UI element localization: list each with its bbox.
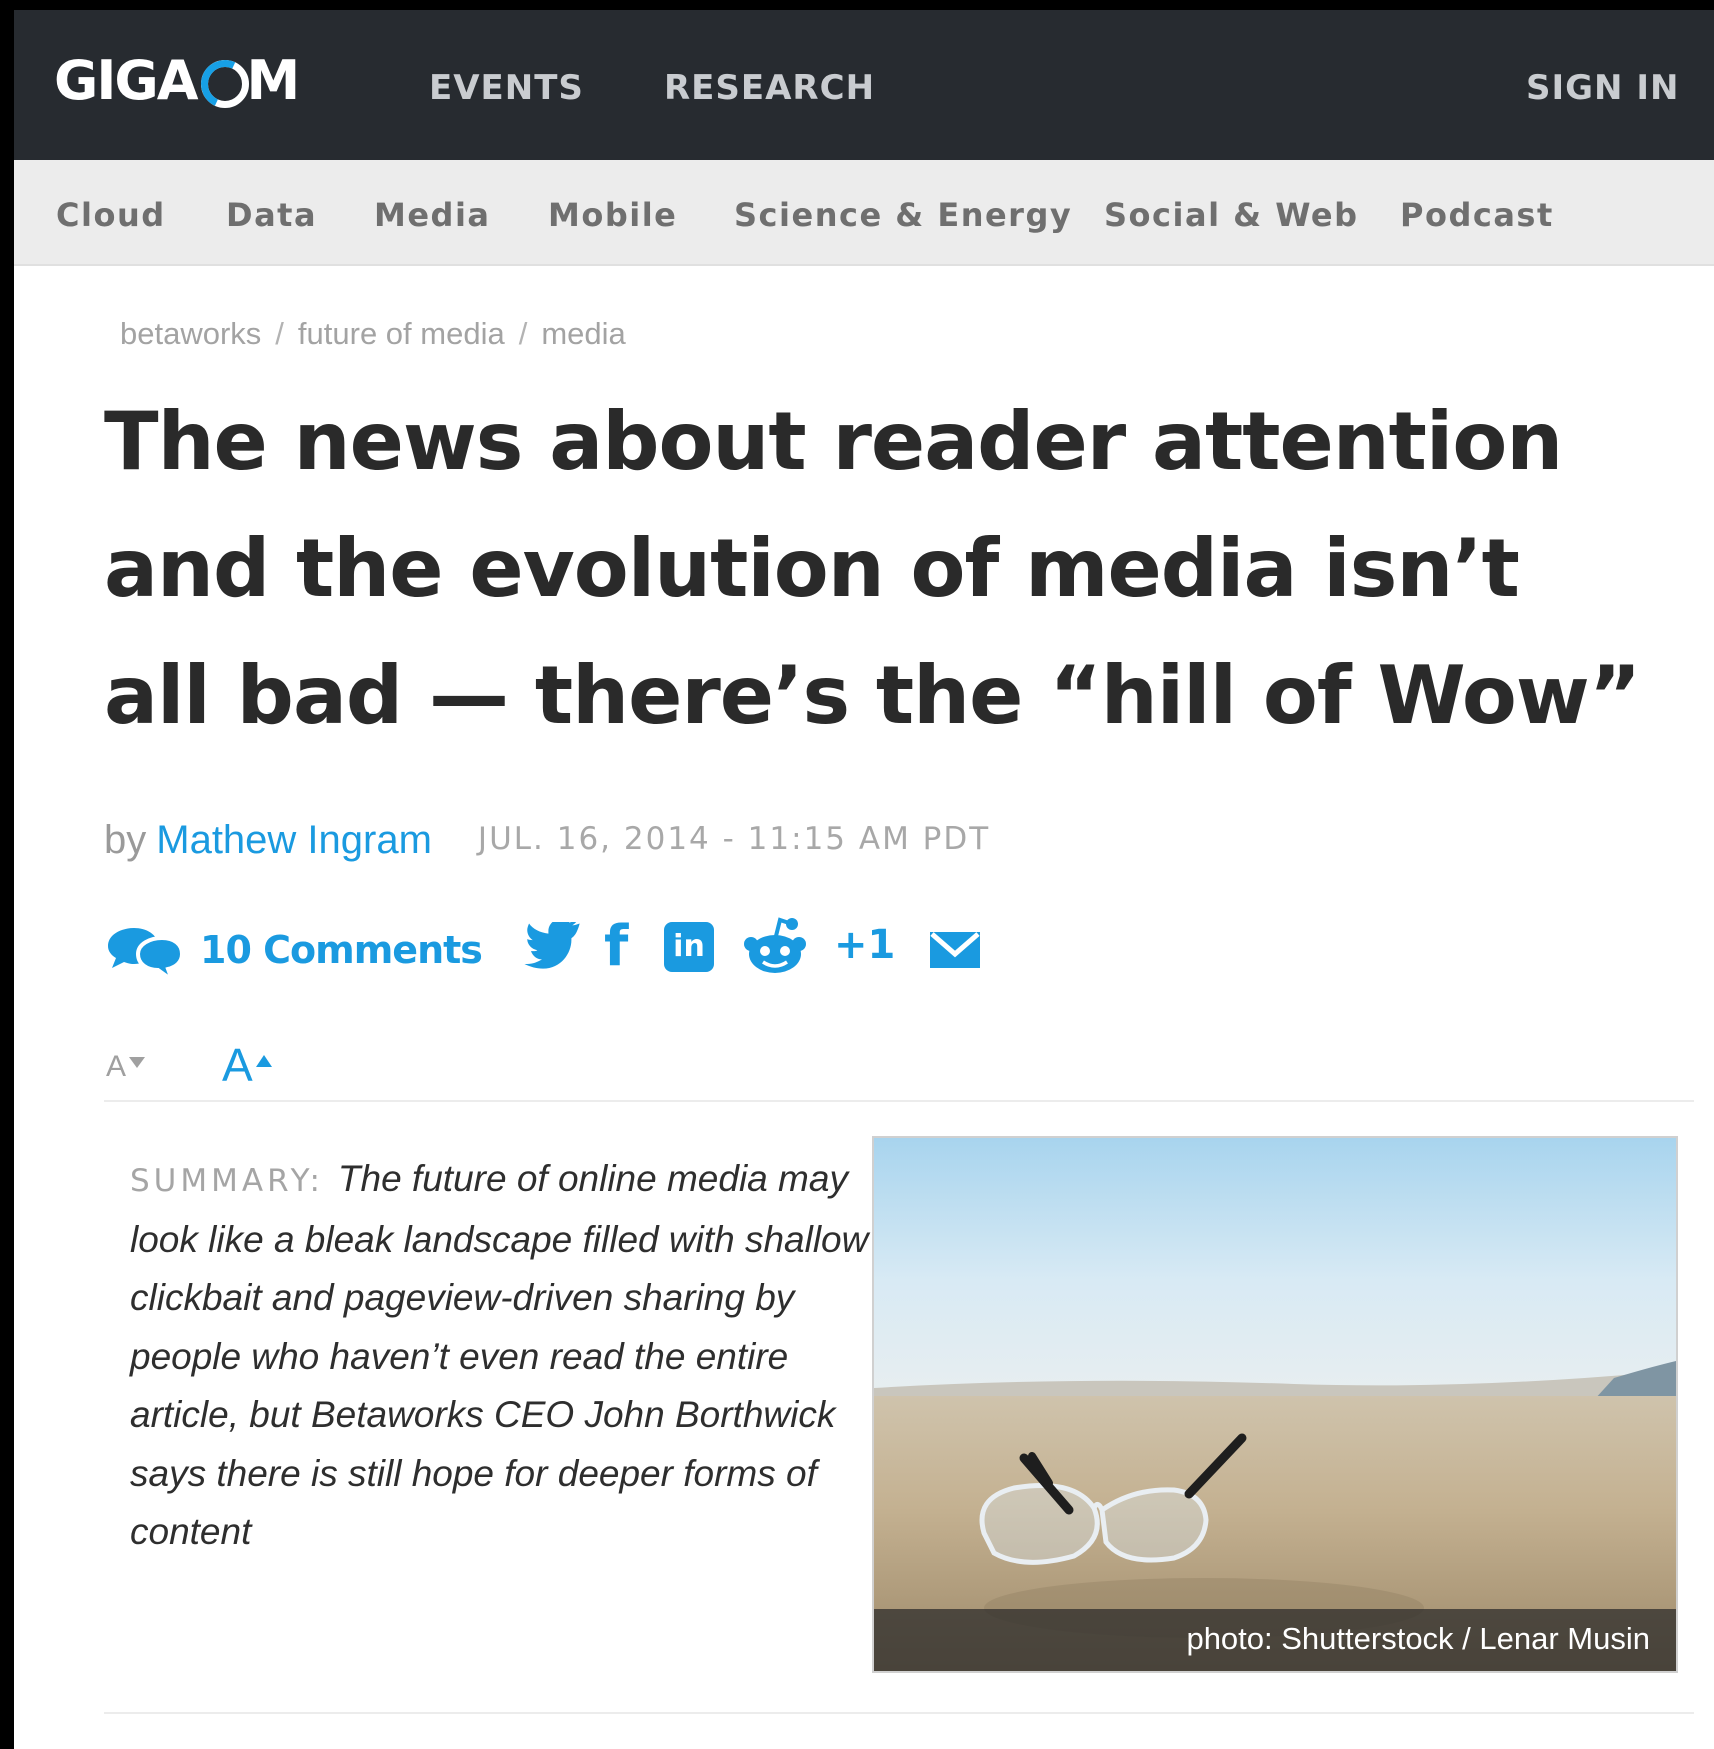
breadcrumb-media[interactable]: media — [541, 316, 625, 351]
twitter-icon[interactable] — [524, 922, 580, 972]
photo-caption: photo: Shutterstock / Lenar Musin — [1186, 1621, 1650, 1656]
logo-o-icon — [198, 59, 249, 108]
summary-text: The future of online media may look like… — [130, 1158, 869, 1552]
divider — [104, 1100, 1694, 1102]
category-social-web[interactable]: Social & Web — [1104, 196, 1358, 234]
logo-text-left: GIGA — [54, 49, 199, 112]
gigaom-logo[interactable]: GIGA M — [54, 54, 300, 108]
comments-link[interactable]: 10 Comments — [200, 928, 483, 972]
reddit-icon[interactable] — [742, 916, 808, 976]
category-science-energy[interactable]: Science & Energy — [734, 196, 1072, 234]
email-icon[interactable] — [930, 932, 980, 968]
sign-in-link[interactable]: SIGN IN — [1526, 68, 1714, 108]
summary-label: SUMMARY: — [130, 1163, 324, 1199]
category-cloud[interactable]: Cloud — [56, 196, 166, 234]
nav-research-link[interactable]: RESEARCH — [664, 68, 875, 108]
triangle-down-icon — [129, 1057, 146, 1068]
decrease-font-button[interactable]: A — [106, 1050, 146, 1084]
increase-font-button[interactable]: A — [222, 1038, 272, 1092]
article-photo[interactable]: photo: Shutterstock / Lenar Musin — [872, 1136, 1678, 1673]
comments-icon[interactable] — [104, 926, 184, 982]
breadcrumb-future-of-media[interactable]: future of media — [298, 316, 505, 351]
byline: by Mathew Ingram JUL. 16, 2014 - 11:15 AM … — [104, 818, 990, 863]
title-line: all bad — there’s the “hill of Wow” — [104, 649, 1641, 742]
byline-by: by — [104, 818, 147, 862]
nav-events-link[interactable]: EVENTS — [429, 68, 584, 108]
decrease-font-label: A — [106, 1050, 127, 1083]
facebook-icon[interactable]: f — [604, 914, 628, 979]
google-plus-icon[interactable]: +1 — [834, 922, 895, 968]
title-line: and the evolution of media isn’t — [104, 522, 1520, 615]
breadcrumb-betaworks[interactable]: betaworks — [120, 316, 261, 351]
publish-date: JUL. 16, 2014 - 11:15 AM PDT — [477, 821, 991, 857]
category-data[interactable]: Data — [226, 196, 317, 234]
author-link[interactable]: Mathew Ingram — [156, 818, 432, 862]
breadcrumb-separator: / — [275, 316, 284, 351]
article-summary: SUMMARY: The future of online media may l… — [130, 1150, 890, 1562]
title-line: The news about reader attention — [104, 395, 1563, 488]
linkedin-glyph: in — [673, 929, 705, 964]
logo-text-right: M — [246, 49, 301, 112]
linkedin-icon[interactable]: in — [664, 922, 714, 972]
breadcrumb-separator: / — [518, 316, 528, 351]
triangle-up-icon — [255, 1055, 272, 1067]
category-podcast[interactable]: Podcast — [1400, 196, 1554, 234]
increase-font-label: A — [222, 1039, 253, 1091]
article-title: The news about reader attention and the … — [104, 378, 1704, 759]
divider — [104, 1712, 1694, 1714]
page-frame: GIGA M EVENTS RESEARCH SIGN IN Cloud Data… — [14, 10, 1714, 1749]
breadcrumb: betaworks / future of media / media — [120, 316, 626, 352]
photo-caption-bar: photo: Shutterstock / Lenar Musin — [874, 1609, 1676, 1671]
category-media[interactable]: Media — [374, 196, 491, 234]
category-nav-bar: Cloud Data Media Mobile Science & Energy… — [14, 160, 1714, 266]
beach-glasses-image — [874, 1138, 1676, 1671]
category-mobile[interactable]: Mobile — [548, 196, 677, 234]
top-nav-bar: GIGA M EVENTS RESEARCH SIGN IN — [14, 10, 1714, 160]
